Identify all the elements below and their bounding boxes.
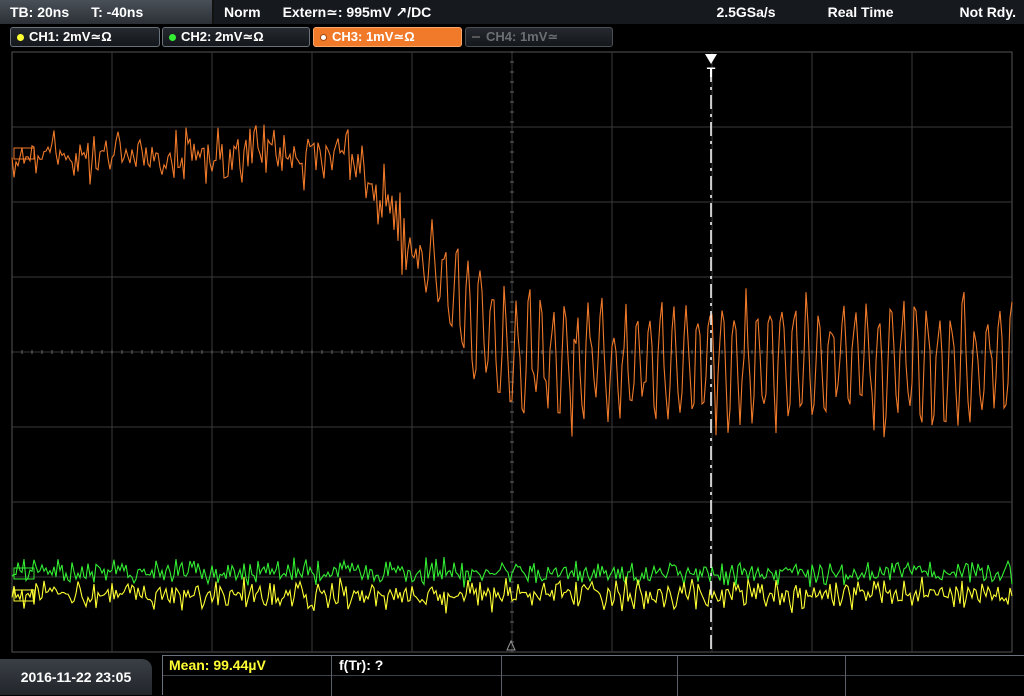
channel-1-label: CH1: 2mV≃Ω (29, 29, 112, 44)
datetime-display: 2016-11-22 23:05 (0, 659, 152, 695)
channel-4-button[interactable]: CH4: 1mV≃ (465, 27, 613, 47)
channel-bar: CH1: 2mV≃Ω CH2: 2mV≃Ω CH3: 1mV≃Ω CH4: 1m… (0, 24, 1024, 50)
sample-rate: 2.5GSa/s (716, 4, 776, 20)
channel-3-label: CH3: 1mV≃Ω (332, 29, 415, 44)
measurement-mean[interactable]: Mean: 99.44µV (169, 657, 266, 673)
trigger-time-value: T: -40ns (91, 4, 144, 20)
acquisition-state: Not Rdy. (959, 4, 1016, 20)
channel-2-button[interactable]: CH2: 2mV≃Ω (162, 27, 310, 47)
trigger-arrow-icon[interactable] (705, 54, 717, 64)
channel-dot-icon (17, 33, 24, 41)
measurement-divider (501, 656, 502, 696)
measurement-divider (331, 656, 332, 696)
measurement-panel[interactable]: Mean: 99.44µV f(Tr): ? (162, 655, 1024, 696)
trigger-mode: Norm (224, 4, 261, 20)
channel-2-label: CH2: 2mV≃Ω (181, 29, 264, 44)
waveform-display[interactable]: T (0, 50, 1024, 655)
channel-4-label: CH4: 1mV≃ (486, 29, 559, 44)
footer-bar: 2016-11-22 23:05 Mean: 99.44µV f(Tr): ? (0, 655, 1024, 696)
channel-dot-icon (169, 33, 176, 41)
trigger-source: Extern≃: 995mV ↗/DC (282, 3, 432, 20)
channel-dot-icon (320, 33, 327, 41)
trigger-marker-label: T (707, 64, 716, 80)
channel-off-icon (472, 36, 480, 38)
measurement-rise-frequency[interactable]: f(Tr): ? (339, 657, 383, 673)
acquisition-panel[interactable]: Norm Extern≃: 995mV ↗/DC 2.5GSa/s Real T… (214, 0, 1024, 24)
status-bar: TB: 20ns T: -40ns Norm Extern≃: 995mV ↗/… (0, 0, 1024, 24)
timebase-value: TB: 20ns (10, 4, 70, 20)
channel-1-button[interactable]: CH1: 2mV≃Ω (10, 27, 160, 47)
channel-ground-marker-icon[interactable] (13, 147, 35, 602)
timebase-panel[interactable]: TB: 20ns T: -40ns (0, 0, 214, 24)
measurement-divider (845, 656, 846, 696)
measurement-divider (163, 675, 1024, 676)
acquisition-mode: Real Time (827, 4, 894, 20)
scope-graticule: T (11, 51, 1013, 654)
channel-3-button[interactable]: CH3: 1mV≃Ω (313, 27, 462, 47)
measurement-divider (677, 656, 678, 696)
graticule-grid (11, 51, 1013, 653)
